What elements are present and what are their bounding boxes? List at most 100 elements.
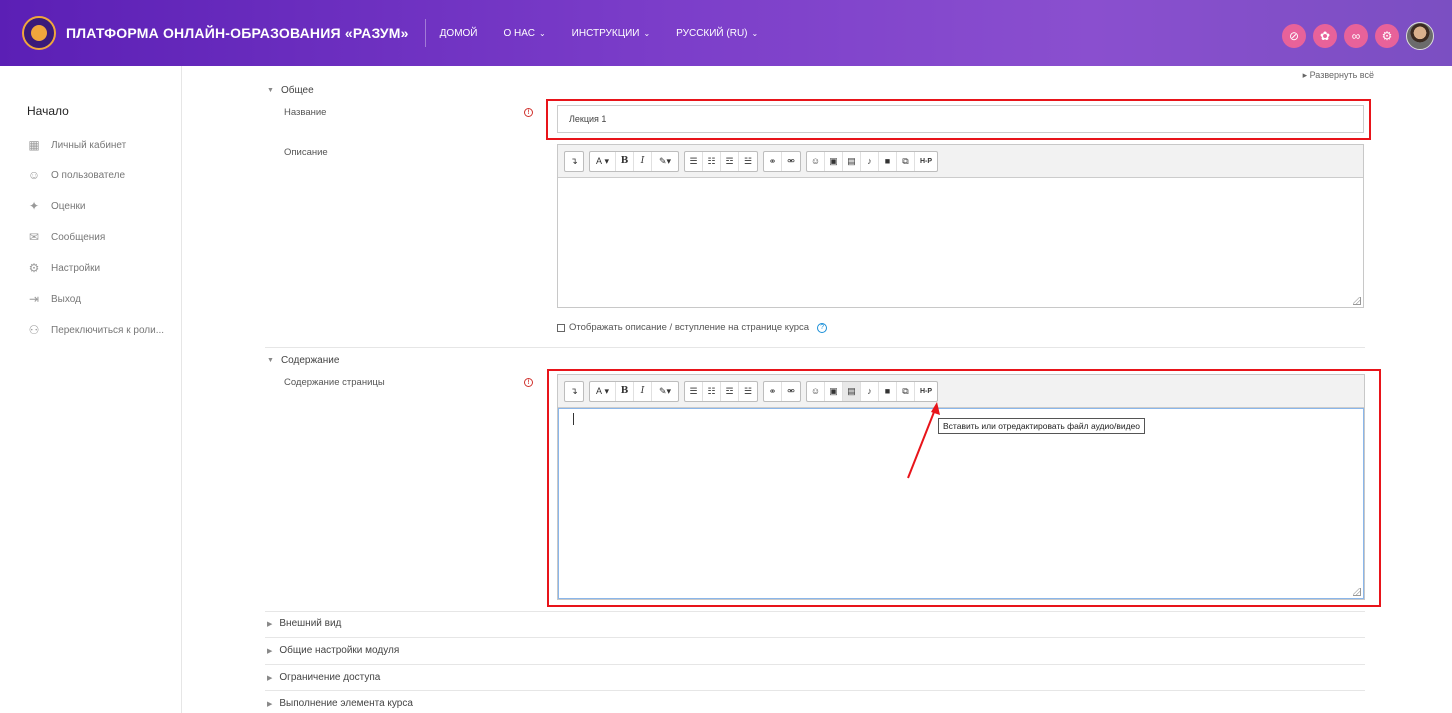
expand-triangle-icon: ▶ — [267, 620, 273, 628]
puzzle-icon[interactable]: ✿ — [1313, 24, 1337, 48]
user-profile-icon: ☺ — [27, 168, 41, 182]
collapse-triangle-icon: ▼ — [267, 357, 274, 364]
section-divider — [265, 347, 1365, 348]
link-button[interactable]: ⚭ — [764, 151, 782, 171]
section-content-header[interactable]: ▼ Содержание — [267, 355, 339, 366]
content-editor: ↴ A ▾ B I ✎▾ ☰ ☷ ☲ ☱ ⚭ ⚮ ☺ ▣ ▤ ♪ ■ ⧉ H-P — [557, 374, 1365, 600]
expand-all-link[interactable]: ▸ Развернуть всё — [1303, 70, 1374, 81]
collapse-toolbar-button[interactable]: ↴ — [565, 382, 583, 401]
site-brand[interactable]: ПЛАТФОРМА ОНЛАЙН-ОБРАЗОВАНИЯ «РАЗУМ» — [66, 19, 426, 47]
expand-triangle-icon: ▶ — [267, 674, 273, 682]
sidebar-title[interactable]: Начало — [27, 104, 69, 118]
video-icon[interactable]: ■ — [879, 381, 897, 401]
bold-button[interactable]: B — [616, 151, 634, 171]
collapse-toolbar-button[interactable]: ↴ — [565, 152, 583, 171]
expand-triangle-icon: ▶ — [267, 700, 273, 708]
unlink-button[interactable]: ⚮ — [782, 152, 800, 171]
switch-role-icon: ⚇ — [28, 323, 40, 337]
italic-button[interactable]: I — [634, 381, 652, 401]
emoji-icon[interactable]: ☺ — [807, 381, 825, 401]
bullet-list-button[interactable]: ☰ — [685, 381, 703, 401]
section-access-restriction-header[interactable]: ▶ Ограничение доступа — [267, 672, 380, 683]
media-icon[interactable]: ▤ — [843, 151, 861, 171]
section-completion-header[interactable]: ▶ Выполнение элемента курса — [267, 698, 413, 709]
image-icon[interactable]: ▣ — [825, 381, 843, 401]
link-button[interactable]: ⚭ — [764, 381, 782, 401]
expand-triangle-icon: ▶ — [267, 647, 273, 655]
font-style-button[interactable]: A ▾ — [590, 381, 616, 401]
sidebar-item-grades[interactable]: ✦ Оценки — [27, 199, 85, 213]
font-style-button[interactable]: A ▾ — [590, 151, 616, 171]
section-appearance-header[interactable]: ▶ Внешний вид — [267, 618, 341, 629]
main-content: ▸ Развернуть всё ▼ Общее Название ! Лекци… — [183, 66, 1452, 713]
nav-about[interactable]: О НАС ⌄ — [504, 28, 546, 39]
user-tools: ⊘ ✿ ∞ ⚙ — [1282, 22, 1434, 50]
sidebar-item-messages[interactable]: ✉ Сообщения — [27, 230, 105, 244]
collapse-triangle-icon: ▼ — [267, 87, 274, 94]
show-description-option: Отображать описание / вступление на стра… — [557, 322, 828, 333]
description-textarea[interactable] — [558, 178, 1363, 307]
sidebar-item-profile[interactable]: ☺ О пользователе — [27, 168, 125, 182]
video-icon[interactable]: ■ — [879, 151, 897, 171]
sidebar-item-dashboard[interactable]: ▦ Личный кабинет — [27, 138, 126, 152]
site-logo[interactable] — [22, 16, 56, 50]
italic-button[interactable]: I — [634, 151, 652, 171]
emoji-icon[interactable]: ☺ — [807, 151, 825, 171]
name-input[interactable]: Лекция 1 — [557, 105, 1364, 133]
link-icon[interactable]: ∞ — [1344, 24, 1368, 48]
section-general-header[interactable]: ▼ Общее — [267, 85, 314, 96]
help-icon[interactable]: ? — [817, 322, 828, 333]
manage-files-icon[interactable]: ⧉ — [897, 151, 915, 171]
eye-off-icon[interactable]: ⊘ — [1282, 24, 1306, 48]
messages-icon: ✉ — [28, 230, 40, 244]
text-color-button[interactable]: ✎▾ — [652, 152, 678, 171]
description-editor: ↴ A ▾ B I ✎▾ ☰ ☷ ☲ ☱ ⚭ ⚮ ☺ ▣ ▤ ♪ ■ ⧉ H-P — [557, 144, 1364, 308]
gear-icon[interactable]: ⚙ — [1375, 24, 1399, 48]
bold-button[interactable]: B — [616, 381, 634, 401]
outdent-button[interactable]: ☲ — [721, 381, 739, 401]
main-nav: ДОМОЙ О НАС ⌄ ИНСТРУКЦИИ ⌄ РУССКИЙ (RU) ⌄ — [440, 28, 785, 39]
indent-button[interactable]: ☱ — [739, 152, 757, 171]
outdent-button[interactable]: ☲ — [721, 151, 739, 171]
section-divider — [265, 690, 1365, 691]
sidebar-item-logout[interactable]: ⇥ Выход — [27, 292, 81, 306]
section-divider — [265, 664, 1365, 665]
resize-handle-icon[interactable] — [1353, 588, 1361, 596]
sidebar-item-switch-role[interactable]: ⚇ Переключиться к роли... — [27, 323, 164, 337]
text-color-button[interactable]: ✎▾ — [652, 382, 678, 401]
h5p-button[interactable]: H-P — [915, 152, 937, 171]
microphone-icon[interactable]: ♪ — [861, 381, 879, 401]
chevron-down-icon: ⌄ — [643, 28, 651, 38]
numbered-list-button[interactable]: ☷ — [703, 381, 721, 401]
editor-toolbar: ↴ A ▾ B I ✎▾ ☰ ☷ ☲ ☱ ⚭ ⚮ ☺ ▣ ▤ ♪ ■ ⧉ H-P — [558, 145, 1363, 178]
indent-button[interactable]: ☱ — [739, 382, 757, 401]
text-cursor — [573, 413, 574, 425]
sidebar: Начало ▦ Личный кабинет ☺ О пользователе ✦… — [0, 66, 182, 713]
required-icon: ! — [524, 378, 533, 387]
nav-home[interactable]: ДОМОЙ — [440, 28, 478, 39]
page-content-label: Содержание страницы — [284, 377, 385, 388]
content-textarea[interactable] — [558, 408, 1364, 599]
editor-toolbar: ↴ A ▾ B I ✎▾ ☰ ☷ ☲ ☱ ⚭ ⚮ ☺ ▣ ▤ ♪ ■ ⧉ H-P — [558, 375, 1364, 408]
h5p-button[interactable]: H-P — [915, 382, 937, 401]
unlink-button[interactable]: ⚮ — [782, 382, 800, 401]
annotation-arrow-icon — [907, 402, 940, 479]
nav-instructions[interactable]: ИНСТРУКЦИИ ⌄ — [572, 28, 651, 39]
bullet-list-button[interactable]: ☰ — [685, 151, 703, 171]
numbered-list-button[interactable]: ☷ — [703, 151, 721, 171]
media-icon[interactable]: ▤ — [843, 381, 861, 401]
name-label: Название — [284, 107, 327, 118]
sidebar-item-settings[interactable]: ⚙ Настройки — [27, 261, 100, 275]
manage-files-icon[interactable]: ⧉ — [897, 381, 915, 401]
settings-icon: ⚙ — [28, 261, 40, 275]
show-description-checkbox[interactable] — [557, 323, 565, 332]
grades-icon: ✦ — [28, 199, 40, 213]
resize-handle-icon[interactable] — [1353, 297, 1361, 305]
image-icon[interactable]: ▣ — [825, 151, 843, 171]
nav-language[interactable]: РУССКИЙ (RU) ⌄ — [676, 28, 758, 39]
section-module-settings-header[interactable]: ▶ Общие настройки модуля — [267, 645, 399, 656]
user-avatar[interactable] — [1406, 22, 1434, 50]
top-navbar: ПЛАТФОРМА ОНЛАЙН-ОБРАЗОВАНИЯ «РАЗУМ» ДОМ… — [0, 0, 1452, 66]
media-tooltip: Вставить или отредактировать файл аудио/… — [938, 418, 1146, 434]
microphone-icon[interactable]: ♪ — [861, 151, 879, 171]
